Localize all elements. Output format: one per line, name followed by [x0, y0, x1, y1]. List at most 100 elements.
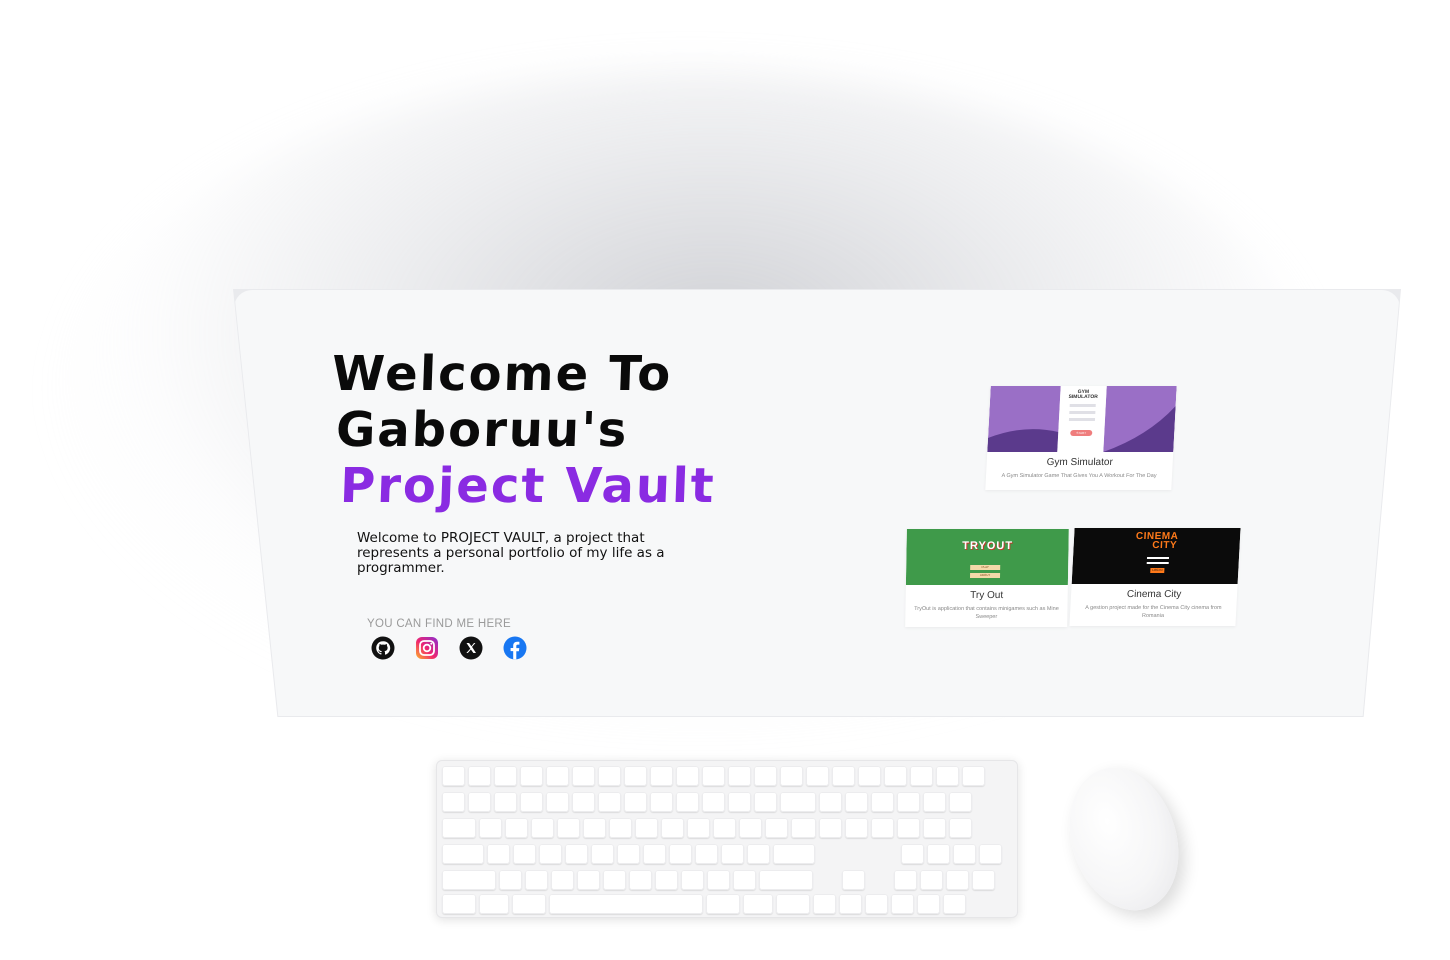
- intro-text: Welcome to PROJECT VAULT, a project that…: [357, 530, 665, 576]
- key: [910, 766, 933, 786]
- key: [721, 844, 744, 864]
- key: [832, 766, 855, 786]
- key: [943, 894, 966, 914]
- key: [603, 870, 626, 890]
- key: [702, 792, 725, 812]
- key: [858, 766, 881, 786]
- key: [468, 792, 491, 812]
- key: [531, 818, 554, 838]
- key: [747, 844, 770, 864]
- key: [871, 792, 894, 812]
- key: [479, 818, 502, 838]
- github-icon: [371, 636, 395, 660]
- cinema-city-logo-2: CITY: [1151, 540, 1178, 551]
- gym-simulator-logo: GYM SIMULATOR: [1068, 389, 1098, 400]
- x-icon: [459, 636, 483, 660]
- key: [442, 818, 476, 838]
- key: [617, 844, 640, 864]
- key: [609, 818, 632, 838]
- try-out-logo: TRYOUT: [962, 540, 1014, 552]
- key: [780, 792, 816, 812]
- key: [572, 766, 595, 786]
- hero-title-line-1: Welcome To: [330, 346, 674, 402]
- key: [953, 844, 976, 864]
- key: [949, 818, 972, 838]
- key: [539, 844, 562, 864]
- key: [845, 818, 868, 838]
- key: [765, 818, 788, 838]
- hero-title-line-2: Gaboruu's: [335, 402, 630, 458]
- key: [897, 792, 920, 812]
- key: [512, 894, 546, 914]
- gym-simulator-start: START: [1076, 431, 1087, 435]
- key: [884, 766, 907, 786]
- key: [845, 792, 868, 812]
- key: [713, 818, 736, 838]
- instagram-icon: [416, 637, 438, 659]
- project-card-cinema-city[interactable]: CINEMA CITY LOG IN Cinema City A gestion…: [1069, 528, 1241, 626]
- key: [513, 844, 536, 864]
- mouse: [1051, 753, 1197, 925]
- key: [591, 844, 614, 864]
- key: [819, 818, 842, 838]
- key: [572, 792, 595, 812]
- try-out-thumbnail: TRYOUT PLAY ABOUT: [905, 529, 1069, 585]
- key: [442, 766, 465, 786]
- key: [979, 844, 1002, 864]
- key: [728, 792, 751, 812]
- try-out-about-button: ABOUT: [970, 573, 1001, 578]
- project-card-try-out[interactable]: TRYOUT PLAY ABOUT Try Out TryOut is appl…: [905, 529, 1069, 627]
- social-caption: YOU CAN FIND ME HERE: [367, 618, 512, 630]
- key: [643, 844, 666, 864]
- key: [676, 766, 699, 786]
- key: [442, 870, 496, 890]
- key: [624, 766, 647, 786]
- desktop-scene: Welcome To Gaboruu's Project Vault Welco…: [0, 0, 1450, 960]
- key: [565, 844, 588, 864]
- gym-simulator-thumbnail: GYM SIMULATOR START: [987, 386, 1177, 452]
- github-link[interactable]: [371, 636, 395, 660]
- key: [442, 844, 484, 864]
- key: [546, 766, 569, 786]
- key: [759, 870, 813, 890]
- key: [687, 818, 710, 838]
- key: [927, 844, 950, 864]
- key: [780, 766, 803, 786]
- facebook-link[interactable]: [503, 636, 527, 660]
- key: [936, 766, 959, 786]
- project-description: A gestion project made for the Cinema Ci…: [1085, 605, 1222, 619]
- key: [629, 870, 652, 890]
- keyboard: [436, 760, 1018, 918]
- key: [655, 870, 678, 890]
- key: [728, 766, 751, 786]
- key: [487, 844, 510, 864]
- hero-title-highlight: Project Vault: [339, 458, 717, 514]
- x-link[interactable]: [459, 636, 483, 660]
- social-links: [371, 636, 527, 660]
- key: [520, 766, 543, 786]
- key: [754, 792, 777, 812]
- key: [707, 870, 730, 890]
- key: [505, 818, 528, 838]
- key: [499, 870, 522, 890]
- key: [583, 818, 606, 838]
- project-card-gym-simulator[interactable]: GYM SIMULATOR START Gym Simulator A Gym …: [985, 386, 1177, 490]
- key: [962, 766, 985, 786]
- try-out-play-button: PLAY: [970, 565, 1001, 570]
- key: [901, 844, 924, 864]
- key: [577, 870, 600, 890]
- key: [754, 766, 777, 786]
- hero-title: Welcome To Gaboruu's Project Vault: [327, 346, 720, 514]
- project-description: A Gym Simulator Game That Gives You A Wo…: [1001, 473, 1157, 479]
- key: [923, 792, 946, 812]
- key: [920, 870, 943, 890]
- key: [676, 792, 699, 812]
- key: [624, 792, 647, 812]
- key: [806, 766, 829, 786]
- instagram-link[interactable]: [415, 636, 439, 660]
- key: [525, 870, 548, 890]
- key: [733, 870, 756, 890]
- key: [494, 766, 517, 786]
- cinema-city-field: [1146, 557, 1170, 559]
- key: [946, 870, 969, 890]
